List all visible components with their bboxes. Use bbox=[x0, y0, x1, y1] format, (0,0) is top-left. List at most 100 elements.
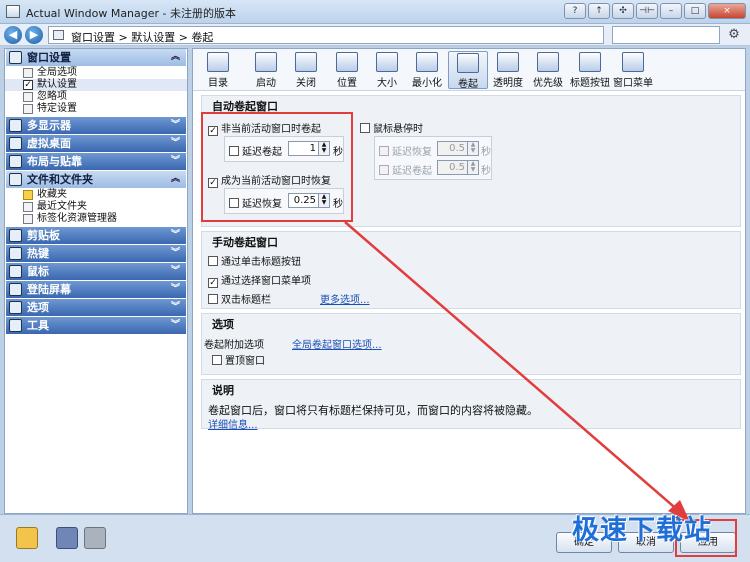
settings-toolbar: 目录 启动 关闭 位置 大小 最小化 卷起 透明度 优先级 标题按钮 窗口菜单 bbox=[193, 49, 745, 91]
spinner-arrows-icon[interactable]: ▲ ▼ bbox=[467, 161, 478, 174]
rollup-icon bbox=[457, 53, 479, 73]
manual-rollup-section: 手动卷起窗口 通过单击标题按钮 ✓ 通过选择窗口菜单项 双击标题栏 更多选项... bbox=[201, 231, 741, 309]
checkbox-checked-icon: ✓ bbox=[208, 278, 218, 288]
hover-delay-rollup-checkbox[interactable]: 延迟卷起 bbox=[379, 162, 432, 177]
tab-window-menu[interactable]: 窗口菜单 bbox=[611, 51, 655, 89]
sidebar-cat-logon-screen[interactable]: 登陆屏幕 ︾ bbox=[6, 281, 186, 298]
search-input[interactable] bbox=[612, 26, 720, 44]
window-icon bbox=[53, 30, 64, 40]
rollup-extra-label: 卷起附加选项 bbox=[204, 340, 264, 351]
hover-delay-rollup-unit: 秒 bbox=[481, 166, 491, 177]
description-title: 说明 bbox=[212, 384, 234, 397]
forward-button[interactable]: ▶ bbox=[25, 26, 43, 44]
explorer-icon bbox=[23, 214, 33, 224]
more-options-link[interactable]: 更多选项... bbox=[320, 291, 370, 306]
sidebar-item-favorites[interactable]: 收藏夹 bbox=[5, 189, 187, 201]
manual-rollup-title: 手动卷起窗口 bbox=[212, 236, 278, 249]
hover-checkbox[interactable]: 鼠标悬停时 bbox=[360, 120, 423, 135]
sidebar-cat-clipboard[interactable]: 剪贴板 ︾ bbox=[6, 227, 186, 244]
sidebar-item-ignore[interactable]: 忽略项 bbox=[5, 91, 187, 103]
transparency-icon bbox=[497, 52, 519, 72]
star-icon bbox=[23, 190, 33, 200]
global-icon bbox=[23, 68, 33, 78]
transparency-button[interactable]: ⊣⊢ bbox=[636, 3, 658, 19]
window-menu-option[interactable]: ✓ 通过选择窗口菜单项 bbox=[208, 272, 311, 288]
description-section: 说明 卷起窗口后，窗口将只有标题栏保持可见，而窗口的内容将被隐藏。 详细信息..… bbox=[201, 379, 741, 431]
rollup-button[interactable]: ↑ bbox=[588, 3, 610, 19]
tab-close[interactable]: 关闭 bbox=[286, 51, 326, 89]
title-buttons-icon bbox=[579, 52, 601, 72]
breadcrumb[interactable]: 窗口设置 > 默认设置 > 卷起 bbox=[48, 26, 604, 44]
tab-rollup[interactable]: 卷起 bbox=[448, 51, 488, 90]
sidebar-item-recent[interactable]: 最近文件夹 bbox=[5, 201, 187, 213]
app-icon bbox=[6, 5, 20, 18]
sidebar-item-tabbed-explorer[interactable]: 标签化资源管理器 bbox=[5, 213, 187, 225]
priority-icon bbox=[537, 52, 559, 72]
size-icon bbox=[376, 52, 398, 72]
chevron-down-icon: ︾ bbox=[170, 248, 180, 258]
sidebar-cat-layout[interactable]: 布局与贴靠 ︾ bbox=[6, 153, 186, 170]
tab-priority[interactable]: 优先级 bbox=[528, 51, 568, 89]
spinner-arrows-icon[interactable]: ▲ ▼ bbox=[467, 142, 478, 155]
checkbox-icon bbox=[212, 355, 222, 365]
sidebar-cat-hotkeys[interactable]: 热键 ︾ bbox=[6, 245, 186, 262]
keyboard-icon bbox=[9, 247, 22, 260]
chevron-down-icon: ︾ bbox=[170, 138, 180, 148]
breadcrumb-text: 窗口设置 > 默认设置 > 卷起 bbox=[71, 31, 214, 44]
contents-icon bbox=[207, 52, 229, 72]
redo-icon[interactable] bbox=[84, 527, 106, 549]
help-button[interactable]: ? bbox=[564, 3, 586, 19]
checkbox-icon: ✓ bbox=[23, 80, 33, 90]
double-click-title-option[interactable]: 双击标题栏 bbox=[208, 291, 271, 306]
key-icon bbox=[9, 283, 22, 296]
chevron-down-icon: ︾ bbox=[170, 120, 180, 130]
gear-icon[interactable]: ⚙ bbox=[726, 27, 742, 43]
hover-delay-rollup-spinner[interactable]: 0.5 ▲ ▼ bbox=[437, 160, 479, 175]
hover-delay-group: 延迟恢复 0.5 ▲ ▼ 秒 延迟卷起 0.5 ▲ ▼ 秒 bbox=[374, 136, 492, 180]
sidebar-cat-files-folders[interactable]: 文件和文件夹 ︽ bbox=[6, 171, 186, 188]
tab-size[interactable]: 大小 bbox=[367, 51, 407, 89]
global-rollup-options-link[interactable]: 全局卷起窗口选项... bbox=[292, 336, 382, 351]
window-title: Actual Window Manager - 未注册的版本 bbox=[26, 7, 237, 20]
maximize-button[interactable]: □ bbox=[684, 3, 706, 19]
tab-title-buttons[interactable]: 标题按钮 bbox=[568, 51, 612, 89]
close-button[interactable]: × bbox=[708, 3, 746, 19]
help-icon[interactable] bbox=[16, 527, 38, 549]
layout-icon bbox=[9, 155, 22, 168]
hover-delay-restore-checkbox[interactable]: 延迟恢复 bbox=[379, 143, 432, 158]
sidebar-item-global[interactable]: 全局选项 bbox=[5, 67, 187, 79]
sidebar-cat-mouse[interactable]: 鼠标 ︾ bbox=[6, 263, 186, 280]
tab-contents[interactable]: 目录 bbox=[198, 51, 238, 89]
minimize-button[interactable]: – bbox=[660, 3, 682, 19]
tab-position[interactable]: 位置 bbox=[327, 51, 367, 89]
undo-icon[interactable] bbox=[56, 527, 78, 549]
pin-button[interactable]: ✣ bbox=[612, 3, 634, 19]
sidebar-cat-window-settings[interactable]: 窗口设置 ︽ bbox=[6, 49, 186, 66]
tab-startup[interactable]: 启动 bbox=[246, 51, 286, 89]
monitor-icon bbox=[9, 119, 22, 132]
sidebar-cat-tools[interactable]: 工具 ︾ bbox=[6, 317, 186, 334]
checkbox-icon bbox=[208, 294, 218, 304]
keep-on-top-option[interactable]: 置顶窗口 bbox=[212, 352, 265, 367]
click-title-button-option[interactable]: 通过单击标题按钮 bbox=[208, 253, 301, 268]
checkbox-icon bbox=[379, 165, 389, 175]
sidebar-item-default[interactable]: ✓ 默认设置 bbox=[5, 79, 187, 91]
minimize-icon bbox=[416, 52, 438, 72]
sidebar-cat-multi-monitor[interactable]: 多显示器 ︾ bbox=[6, 117, 186, 134]
sidebar-cat-options[interactable]: 选项 ︾ bbox=[6, 299, 186, 316]
mouse-icon bbox=[9, 265, 22, 278]
details-link[interactable]: 详细信息... bbox=[208, 416, 258, 431]
tab-transparency[interactable]: 透明度 bbox=[488, 51, 528, 89]
back-button[interactable]: ◀ bbox=[4, 26, 22, 44]
tab-minimize[interactable]: 最小化 bbox=[407, 51, 447, 89]
watermark: 极速下载站 bbox=[572, 515, 712, 546]
highlight-box-options bbox=[201, 112, 353, 222]
chevron-down-icon: ︾ bbox=[170, 230, 180, 240]
ignore-icon bbox=[23, 92, 33, 102]
hover-delay-restore-spinner[interactable]: 0.5 ▲ ▼ bbox=[437, 141, 479, 156]
chevron-up-icon: ︽ bbox=[170, 52, 180, 62]
hover-delay-restore-unit: 秒 bbox=[481, 147, 491, 158]
window-controls: ? ↑ ✣ ⊣⊢ – □ × bbox=[564, 3, 746, 19]
sidebar-cat-virtual-desktop[interactable]: 虚拟桌面 ︾ bbox=[6, 135, 186, 152]
sidebar-item-specific[interactable]: 特定设置 bbox=[5, 103, 187, 115]
